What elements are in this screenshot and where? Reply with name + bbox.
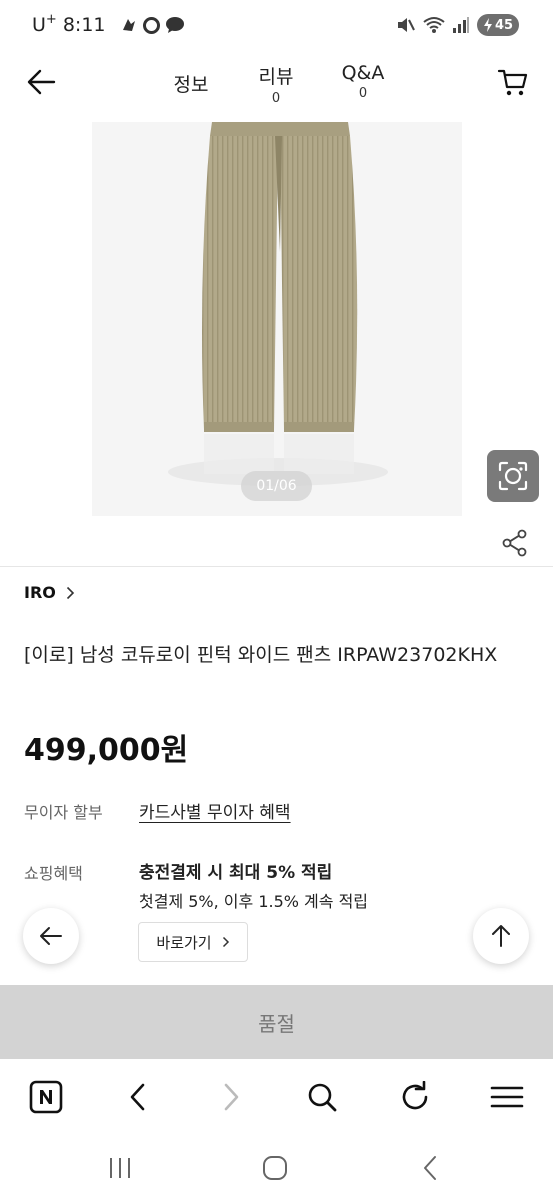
back-button[interactable] xyxy=(24,64,60,100)
shopping-benefit-label: 쇼핑혜택 xyxy=(24,864,83,883)
recent-apps-button[interactable] xyxy=(100,1153,140,1183)
search-icon xyxy=(308,1083,337,1112)
arrow-up-icon xyxy=(492,925,510,947)
tab-info[interactable]: 정보 xyxy=(170,70,212,97)
status-right: 45 xyxy=(396,14,519,36)
status-bar: U + 8:11 45 xyxy=(0,0,553,52)
goto-label: 바로가기 xyxy=(156,933,212,952)
pants-image xyxy=(92,122,462,516)
browser-refresh-button[interactable] xyxy=(395,1077,435,1117)
browser-menu-button[interactable] xyxy=(487,1077,527,1117)
browser-search-button[interactable] xyxy=(302,1077,342,1117)
tab-qna-label: Q&A xyxy=(341,62,385,84)
tab-qna-count: 0 xyxy=(358,86,368,101)
product-image[interactable] xyxy=(92,122,462,516)
image-search-icon xyxy=(498,461,528,491)
chevron-right-icon xyxy=(224,1083,239,1111)
hamburger-icon xyxy=(490,1086,524,1108)
floating-back-button[interactable] xyxy=(23,908,79,964)
home-icon xyxy=(263,1156,287,1180)
naver-n-icon xyxy=(29,1080,63,1114)
notification-target-icon xyxy=(142,16,160,34)
cart-button[interactable] xyxy=(497,66,529,98)
signal-icon xyxy=(453,17,469,33)
share-button[interactable] xyxy=(500,528,530,558)
top-navigation: 정보 리뷰 0 Q&A 0 xyxy=(0,52,553,120)
carrier-label: U xyxy=(32,14,46,36)
image-search-button[interactable] xyxy=(487,450,539,502)
section-divider xyxy=(0,566,553,567)
battery-level: 45 xyxy=(494,17,514,33)
product-title: [이로] 남성 코듀로이 핀턱 와이드 팬츠 IRPAW23702KHX xyxy=(24,644,498,666)
tab-review[interactable]: 리뷰 0 xyxy=(254,62,298,106)
recent-apps-icon xyxy=(110,1158,130,1178)
tab-qna[interactable]: Q&A 0 xyxy=(336,62,390,101)
brand-link[interactable]: IRO xyxy=(24,583,75,602)
image-pager: 01/06 xyxy=(241,471,312,501)
shopping-benefit-detail: 첫결제 5%, 이후 1.5% 계속 적립 xyxy=(139,892,369,911)
wifi-icon xyxy=(423,17,445,33)
carrier-sup: + xyxy=(45,11,57,27)
installment-label: 무이자 할부 xyxy=(24,803,103,822)
browser-back-button[interactable] xyxy=(118,1077,158,1117)
clock: 8:11 xyxy=(62,14,106,36)
tab-info-label: 정보 xyxy=(173,74,209,96)
status-left: U + 8:11 xyxy=(32,11,185,36)
charging-icon xyxy=(483,18,492,32)
soldout-button[interactable]: 품절 xyxy=(0,985,553,1059)
browser-forward-button[interactable] xyxy=(211,1077,251,1117)
chevron-left-icon xyxy=(130,1083,145,1111)
notification-chat-icon xyxy=(165,17,184,33)
tab-review-label: 리뷰 xyxy=(258,66,294,88)
system-navigation xyxy=(0,1135,553,1200)
chevron-right-icon xyxy=(66,586,75,599)
browser-toolbar xyxy=(0,1059,553,1135)
product-price: 499,000원 xyxy=(24,733,189,768)
mute-icon xyxy=(398,18,415,32)
refresh-icon xyxy=(402,1081,428,1110)
cart-icon xyxy=(497,69,528,96)
chevron-right-icon xyxy=(222,936,229,948)
installment-link[interactable]: 카드사별 무이자 혜택 xyxy=(139,798,291,823)
tab-review-count: 0 xyxy=(271,91,281,106)
goto-button[interactable]: 바로가기 xyxy=(138,922,248,962)
notification-app-icon xyxy=(122,19,135,31)
share-icon xyxy=(502,529,527,557)
brand-name: IRO xyxy=(24,583,56,602)
browser-home-button[interactable] xyxy=(26,1077,66,1117)
arrow-left-icon xyxy=(40,927,62,945)
arrow-left-icon xyxy=(27,69,56,95)
system-back-button[interactable] xyxy=(410,1153,450,1183)
home-button[interactable] xyxy=(255,1153,295,1183)
shopping-benefit-headline: 충전결제 시 최대 5% 적립 xyxy=(139,863,333,883)
scroll-top-button[interactable] xyxy=(473,908,529,964)
chevron-left-icon xyxy=(424,1156,436,1180)
battery-indicator: 45 xyxy=(477,14,519,36)
